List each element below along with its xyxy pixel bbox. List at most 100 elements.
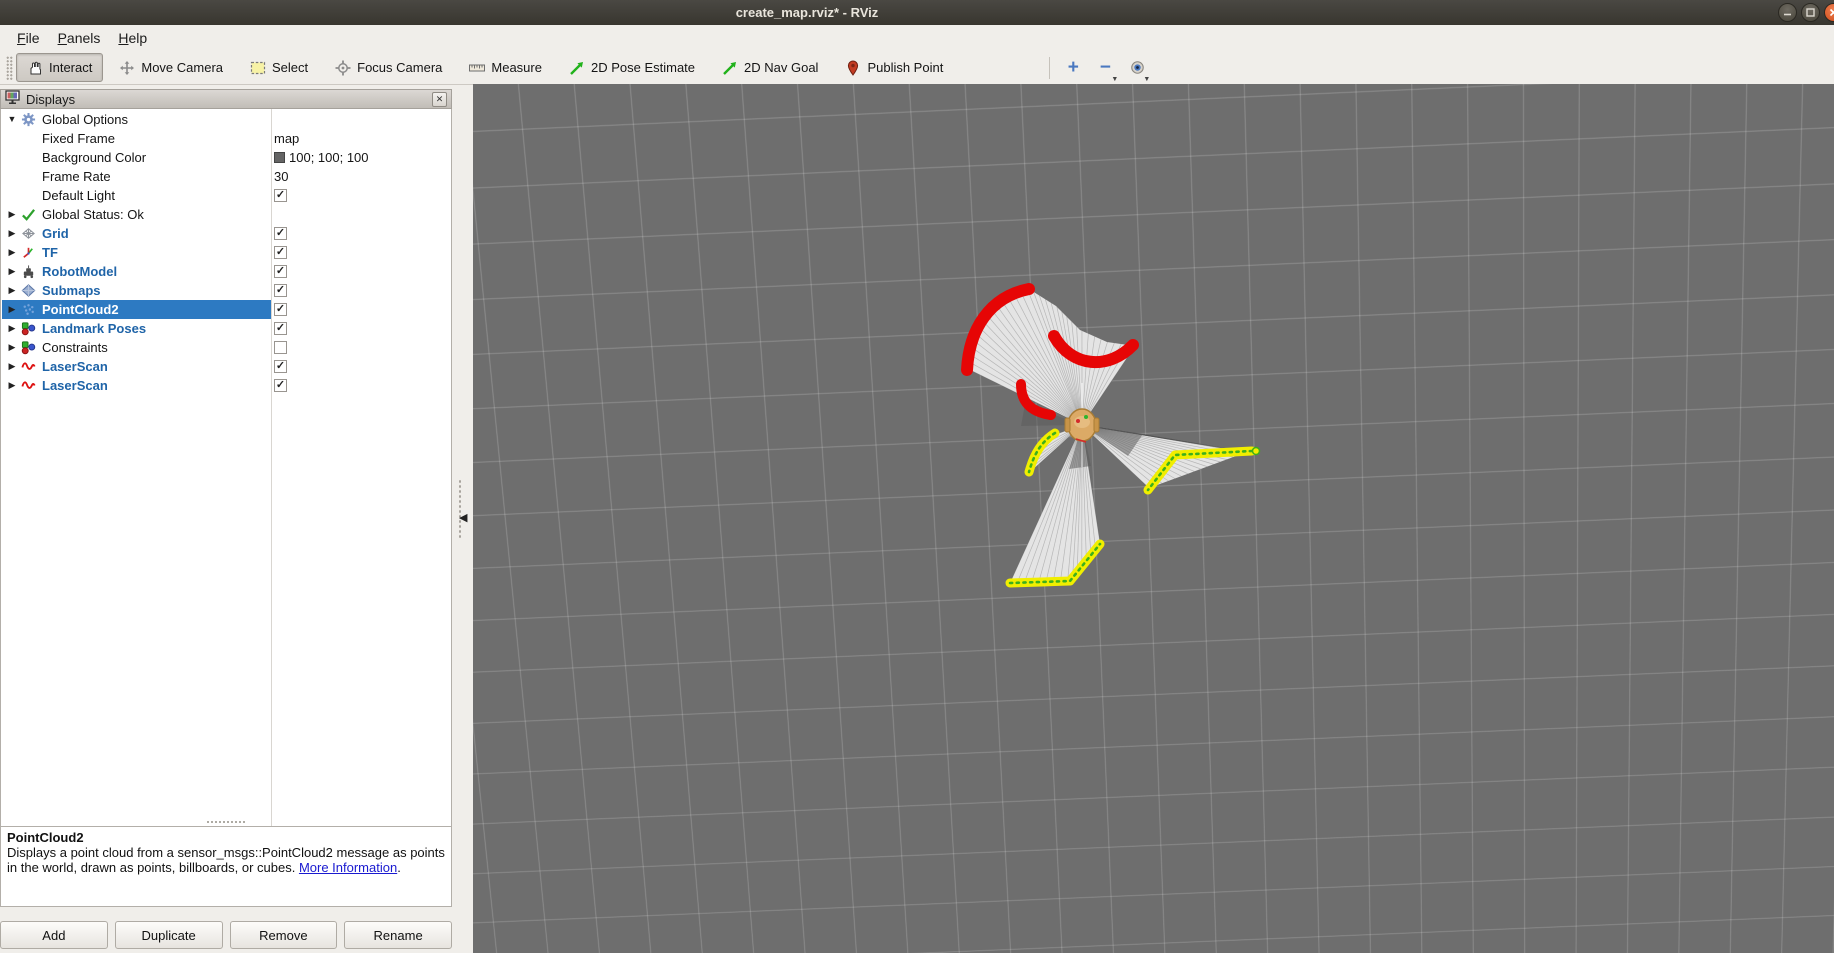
- rename-button[interactable]: Rename: [344, 921, 452, 949]
- tool-focus-camera[interactable]: Focus Camera: [324, 53, 453, 82]
- remove-button[interactable]: Remove: [230, 921, 338, 949]
- constraints-icon: [21, 340, 36, 355]
- expander-collapsed-icon[interactable]: ▶: [6, 281, 18, 300]
- add-tool-button[interactable]: +: [1060, 55, 1086, 81]
- duplicate-button[interactable]: Duplicate: [115, 921, 223, 949]
- tree-row-default-light[interactable]: Default Light✓: [2, 186, 451, 205]
- expander-collapsed-icon[interactable]: ▶: [6, 224, 18, 243]
- row-value[interactable]: ✓: [274, 376, 287, 395]
- minimize-button[interactable]: [1778, 3, 1797, 22]
- expander-collapsed-icon[interactable]: ▶: [6, 243, 18, 262]
- maximize-button[interactable]: [1801, 3, 1820, 22]
- menu-help[interactable]: Help: [109, 27, 156, 49]
- tree-row-tf[interactable]: ▶ TF ✓: [2, 243, 451, 262]
- row-value[interactable]: map: [274, 129, 299, 148]
- expander-collapsed-icon[interactable]: ▶: [6, 338, 18, 357]
- row-label: RobotModel: [42, 262, 117, 281]
- visibility-checkbox[interactable]: ✓: [274, 265, 287, 278]
- displays-tree: ▼ Global OptionsFixed FramemapBackground …: [0, 109, 452, 838]
- laser-scan-icon: [21, 359, 36, 374]
- row-value[interactable]: ✓: [274, 319, 287, 338]
- visibility-checkbox[interactable]: ✓: [274, 246, 287, 259]
- toolbar-drag-handle[interactable]: [6, 56, 13, 80]
- panel-splitter-handle[interactable]: [206, 820, 246, 825]
- splitter-grip[interactable]: [458, 479, 463, 539]
- tool-measure[interactable]: Measure: [458, 53, 553, 82]
- visibility-button[interactable]: ▼: [1124, 55, 1150, 81]
- row-value[interactable]: ✓: [274, 186, 287, 205]
- robot-green-marker: [1084, 415, 1088, 419]
- tree-row-pointcloud2[interactable]: ▶PointCloud2✓: [2, 300, 451, 319]
- row-value[interactable]: ✓: [274, 281, 287, 300]
- expander-collapsed-icon[interactable]: ▶: [6, 262, 18, 281]
- close-button[interactable]: [1824, 3, 1834, 22]
- visibility-checkbox[interactable]: ✓: [274, 322, 287, 335]
- tool-2d-pose-estimate[interactable]: 2D Pose Estimate: [558, 53, 706, 82]
- tree-row-laserscan[interactable]: ▶LaserScan✓: [2, 376, 451, 395]
- color-swatch: [274, 152, 285, 163]
- displays-panel-header[interactable]: Displays ✕: [0, 89, 452, 109]
- row-value[interactable]: [274, 338, 287, 357]
- row-label: TF: [42, 243, 58, 262]
- tree-row-robotmodel[interactable]: ▶ RobotModel ✓: [2, 262, 451, 281]
- row-label: Background Color: [42, 148, 146, 167]
- description-title: PointCloud2: [7, 830, 84, 845]
- tree-row-global-options[interactable]: ▼ Global Options: [2, 110, 451, 129]
- row-label: Global Options: [42, 110, 128, 129]
- add-button[interactable]: Add: [0, 921, 108, 949]
- tool-interact[interactable]: Interact: [16, 53, 103, 82]
- visibility-checkbox[interactable]: ✓: [274, 284, 287, 297]
- expander-collapsed-icon[interactable]: ▶: [6, 376, 18, 395]
- collapse-panel-arrow-icon[interactable]: ◀: [459, 511, 467, 524]
- tree-row-global-status-ok[interactable]: ▶Global Status: Ok: [2, 205, 451, 224]
- expander-collapsed-icon[interactable]: ▶: [6, 300, 18, 319]
- row-label: Landmark Poses: [42, 319, 146, 338]
- menu-panels[interactable]: Panels: [49, 27, 110, 49]
- tree-row-submaps[interactable]: ▶ Submaps ✓: [2, 281, 451, 300]
- visibility-checkbox[interactable]: ✓: [274, 227, 287, 240]
- tree-row-fixed-frame[interactable]: Fixed Framemap: [2, 129, 451, 148]
- robot-right-wheel: [1094, 418, 1099, 432]
- grid-icon: [21, 226, 36, 241]
- row-value[interactable]: ✓: [274, 243, 287, 262]
- tree-row-frame-rate[interactable]: Frame Rate30: [2, 167, 451, 186]
- tree-row-background-color[interactable]: Background Color 100; 100; 100: [2, 148, 451, 167]
- tree-row-laserscan[interactable]: ▶LaserScan✓: [2, 357, 451, 376]
- expander-collapsed-icon[interactable]: ▶: [6, 205, 18, 224]
- tool-publish-point[interactable]: Publish Point: [834, 53, 954, 82]
- panel-viewport-splitter[interactable]: ◀: [452, 89, 473, 950]
- visibility-checkbox[interactable]: ✓: [274, 379, 287, 392]
- row-label: Submaps: [42, 281, 101, 300]
- tree-row-landmark-poses[interactable]: ▶ Landmark Poses ✓: [2, 319, 451, 338]
- toolbar: InteractMove CameraSelectFocus CameraMea…: [0, 51, 1834, 85]
- panel-close-icon[interactable]: ✕: [432, 92, 447, 107]
- visibility-checkbox[interactable]: ✓: [274, 303, 287, 316]
- visibility-checkbox[interactable]: [274, 341, 287, 354]
- expander-open-icon[interactable]: ▼: [6, 110, 18, 129]
- row-value[interactable]: ✓: [274, 224, 287, 243]
- tool-2d-nav-goal[interactable]: 2D Nav Goal: [711, 53, 829, 82]
- title-bar[interactable]: create_map.rviz* - RViz: [0, 0, 1834, 26]
- displays-panel-title: Displays: [26, 92, 75, 107]
- tool-move-camera[interactable]: Move Camera: [108, 53, 234, 82]
- ruler-icon: [469, 60, 485, 76]
- expander-collapsed-icon[interactable]: ▶: [6, 319, 18, 338]
- row-value[interactable]: ✓: [274, 262, 287, 281]
- more-information-link[interactable]: More Information: [299, 860, 397, 875]
- render-viewport-3d[interactable]: [473, 84, 1834, 953]
- tool-select[interactable]: Select: [239, 53, 319, 82]
- toolbar-separator: [1049, 57, 1050, 79]
- row-value[interactable]: ✓: [274, 300, 287, 319]
- row-value[interactable]: 100; 100; 100: [274, 148, 369, 167]
- tree-row-constraints[interactable]: ▶Constraints: [2, 338, 451, 357]
- row-value[interactable]: 30: [274, 167, 288, 186]
- menu-file[interactable]: File: [8, 27, 49, 49]
- visibility-checkbox[interactable]: ✓: [274, 189, 287, 202]
- display-action-buttons: AddDuplicateRemoveRename: [0, 921, 452, 948]
- row-value[interactable]: ✓: [274, 357, 287, 376]
- visibility-checkbox[interactable]: ✓: [274, 360, 287, 373]
- expander-collapsed-icon[interactable]: ▶: [6, 357, 18, 376]
- display-description: PointCloud2 Displays a point cloud from …: [0, 826, 452, 907]
- remove-tool-button[interactable]: −▼: [1092, 55, 1118, 81]
- tree-row-grid[interactable]: ▶Grid✓: [2, 224, 451, 243]
